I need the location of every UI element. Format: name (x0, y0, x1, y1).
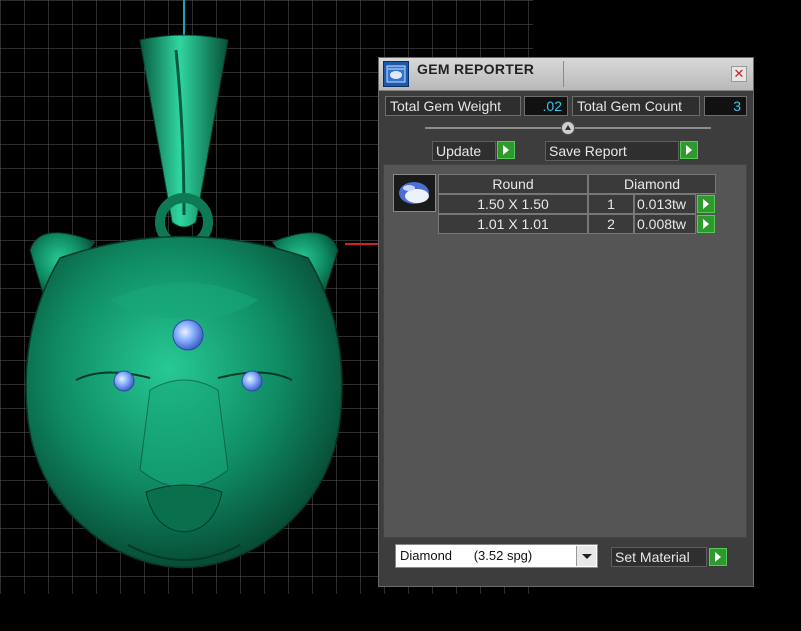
window-title: GEM REPORTER (417, 61, 535, 77)
set-material-play-icon[interactable] (709, 548, 727, 566)
save-report-label: Save Report (549, 143, 627, 159)
set-material-label: Set Material (615, 549, 690, 565)
total-gem-count-value: 3 (704, 96, 747, 116)
row-play-icon[interactable] (697, 215, 715, 233)
gem-count: 2 (588, 214, 634, 234)
header-shape: Round (438, 174, 588, 194)
close-icon: ✕ (733, 66, 745, 81)
gem-size: 1.01 X 1.01 (438, 214, 588, 234)
save-report-play-icon[interactable] (680, 141, 698, 159)
header-material: Diamond (588, 174, 716, 194)
title-bar[interactable]: GEM REPORTER ✕ (379, 58, 753, 91)
title-divider (563, 61, 564, 87)
close-button[interactable]: ✕ (731, 66, 747, 82)
set-material-button[interactable]: Set Material (611, 547, 707, 567)
gem-count: 1 (588, 194, 634, 214)
gem-size: 1.50 X 1.50 (438, 194, 588, 214)
material-dropdown[interactable]: Diamond (3.52 spg) (395, 544, 598, 568)
gem-report-list: Round Diamond 1.50 X 1.50 1 0.013tw 1.01… (383, 164, 747, 538)
update-label: Update (436, 143, 482, 159)
update-button[interactable]: Update (432, 141, 496, 161)
total-gem-weight-value: .02 (524, 96, 568, 116)
row-play-icon[interactable] (697, 195, 715, 213)
update-play-icon[interactable] (497, 141, 515, 159)
total-gem-count-label: Total Gem Count (572, 96, 700, 116)
gem-weight: 0.013tw (634, 194, 696, 214)
app-icon (383, 61, 409, 87)
material-selected-value: Diamond (3.52 spg) (400, 548, 533, 563)
gem-thumbnail-icon[interactable] (393, 174, 436, 212)
gem-reporter-window: GEM REPORTER ✕ Total Gem Weight .02 Tota… (378, 57, 754, 587)
total-gem-weight-label: Total Gem Weight (385, 96, 521, 116)
slider-handle[interactable] (561, 121, 575, 135)
gem-weight: 0.008tw (634, 214, 696, 234)
save-report-button[interactable]: Save Report (545, 141, 679, 161)
chevron-down-icon[interactable] (576, 546, 596, 566)
